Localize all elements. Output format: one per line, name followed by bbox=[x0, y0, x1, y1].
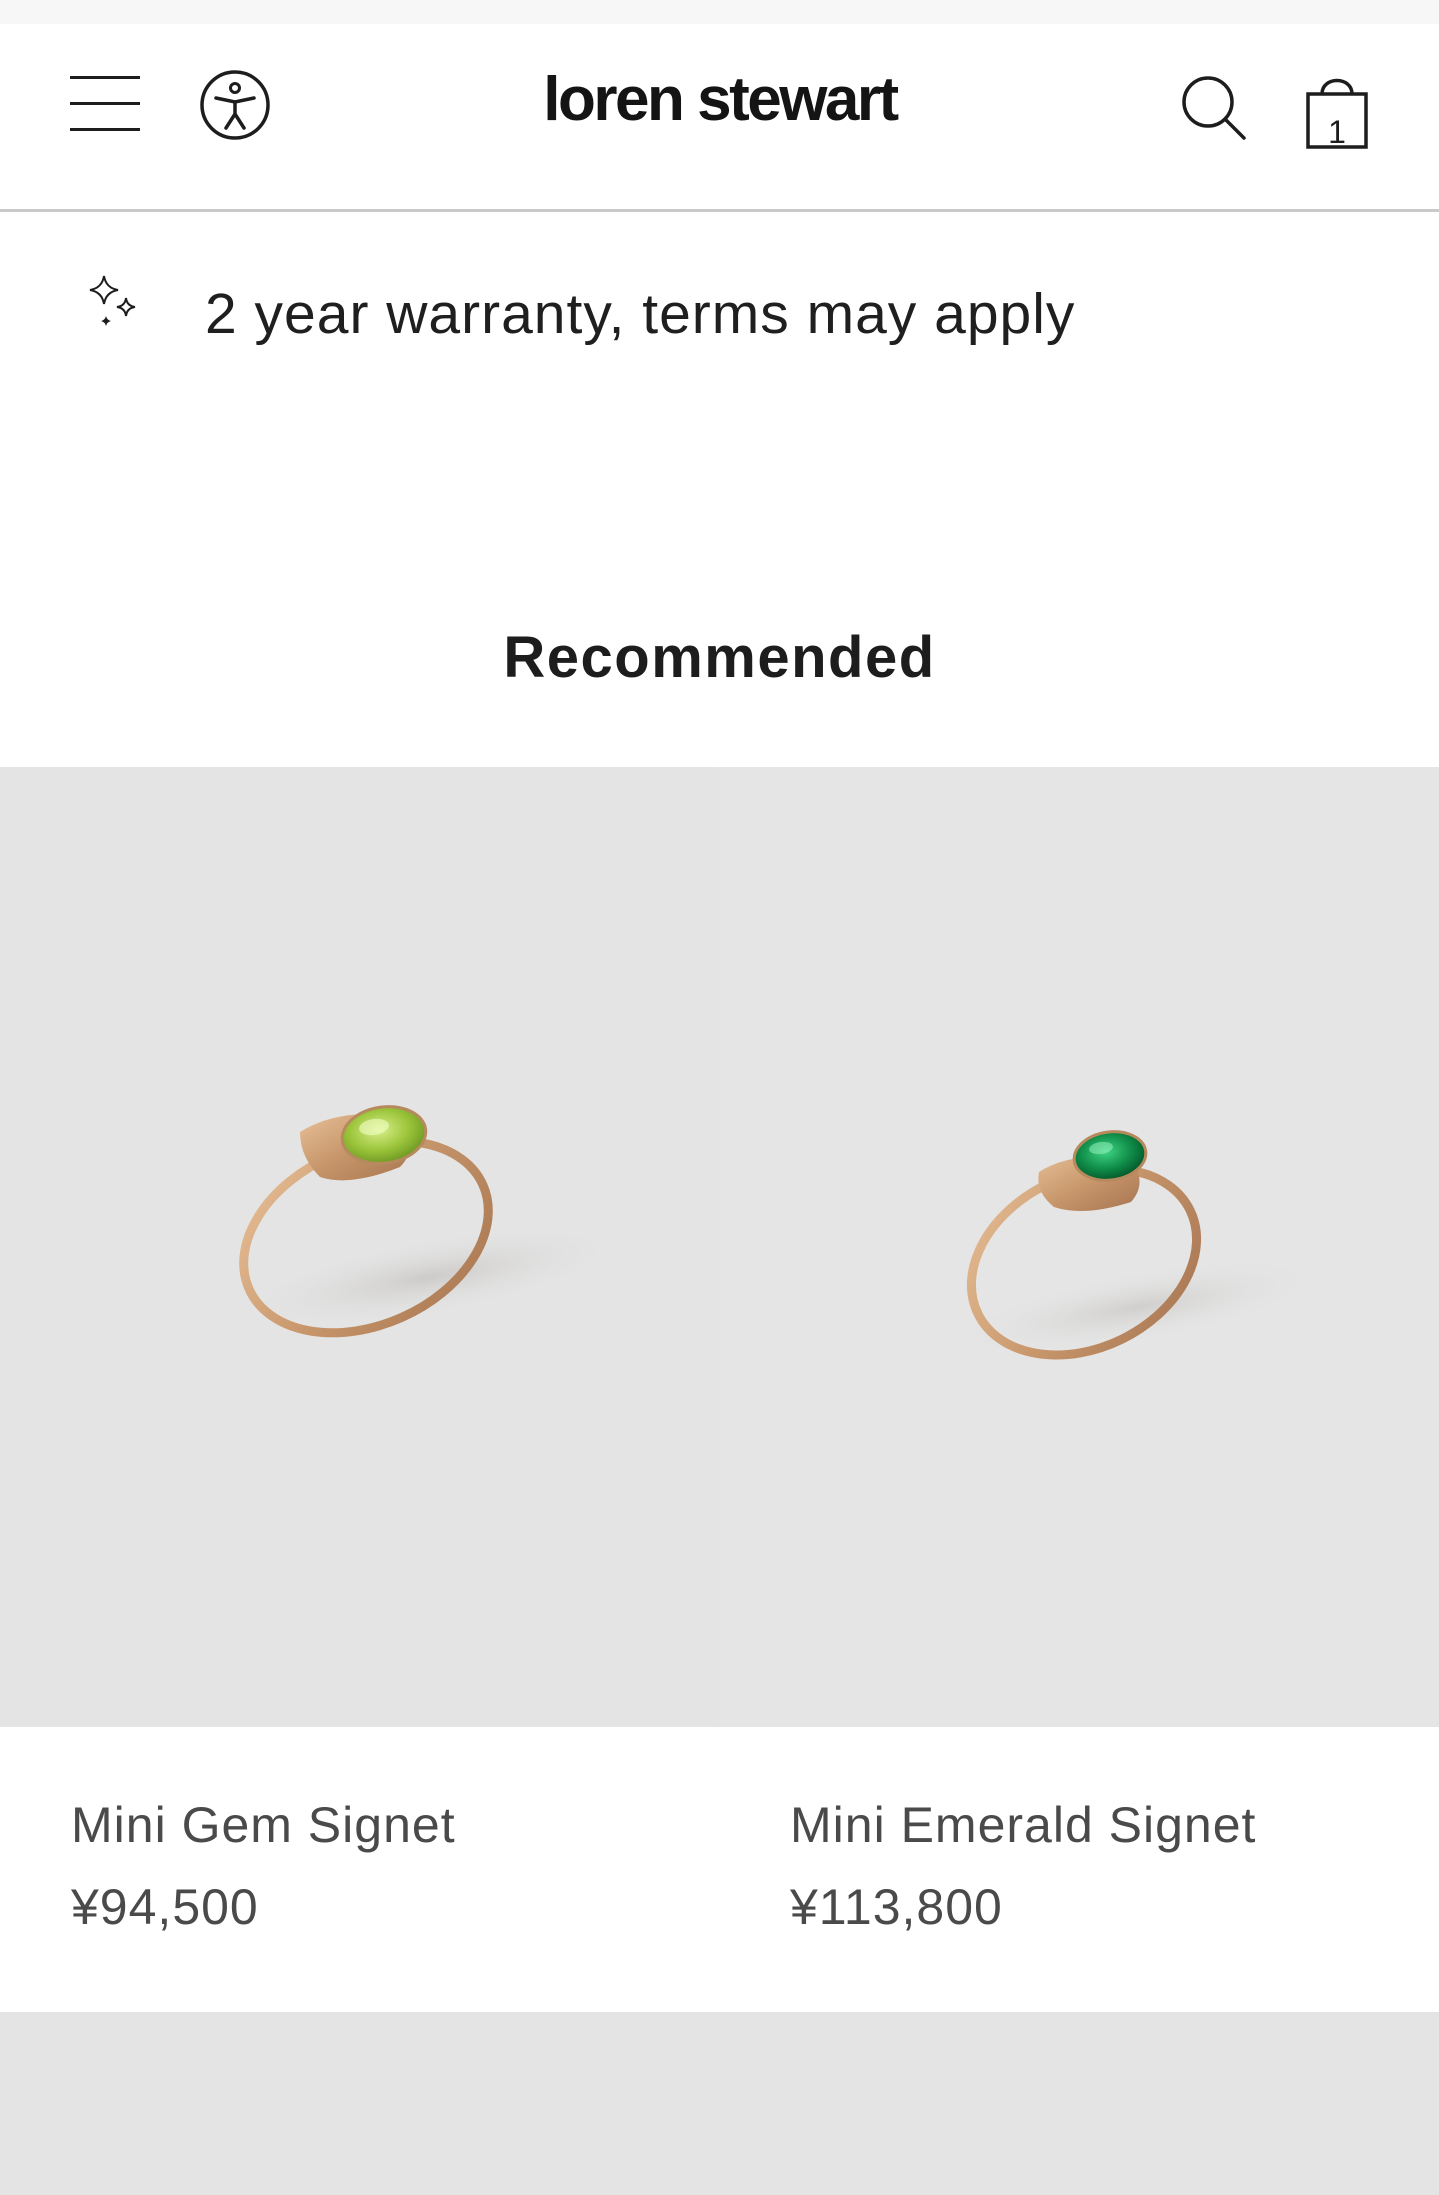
product-card[interactable]: Mini Gem Signet ¥94,500 bbox=[0, 767, 720, 2012]
brand-logo[interactable]: loren stewart bbox=[470, 60, 970, 140]
warranty-banner: 2 year warranty, terms may apply bbox=[0, 214, 1439, 414]
site-header: loren stewart 1 bbox=[0, 24, 1439, 212]
top-strip bbox=[0, 0, 1439, 24]
shopping-bag-icon[interactable]: 1 bbox=[1302, 64, 1372, 174]
search-icon[interactable] bbox=[1178, 72, 1250, 144]
product-info: Mini Gem Signet ¥94,500 bbox=[0, 1727, 720, 2012]
hamburger-menu-icon[interactable] bbox=[68, 76, 142, 132]
sparkle-icon bbox=[86, 272, 146, 342]
product-image[interactable] bbox=[0, 767, 720, 1727]
product-info: Mini Emerald Signet ¥113,800 bbox=[719, 1727, 1439, 2012]
product-price: ¥94,500 bbox=[71, 1879, 259, 1935]
gold-ring-emerald-image bbox=[951, 1130, 1327, 1360]
cart-count-badge: 1 bbox=[1328, 114, 1346, 150]
product-price: ¥113,800 bbox=[790, 1879, 1003, 1935]
accessibility-icon[interactable] bbox=[198, 68, 272, 142]
warranty-text: 2 year warranty, terms may apply bbox=[205, 282, 1076, 346]
product-card[interactable]: Mini Emerald Signet ¥113,800 bbox=[719, 767, 1439, 2012]
recommended-heading: Recommended bbox=[503, 625, 936, 690]
product-name[interactable]: Mini Gem Signet bbox=[71, 1793, 456, 1857]
gold-ring-peridot-image bbox=[232, 1105, 628, 1338]
product-name[interactable]: Mini Emerald Signet bbox=[790, 1793, 1256, 1857]
next-product-row-image[interactable] bbox=[0, 2012, 1439, 2195]
product-grid: Mini Gem Signet ¥94,500 Mini Emerald Sig… bbox=[0, 767, 1439, 2012]
product-image[interactable] bbox=[719, 767, 1439, 1727]
